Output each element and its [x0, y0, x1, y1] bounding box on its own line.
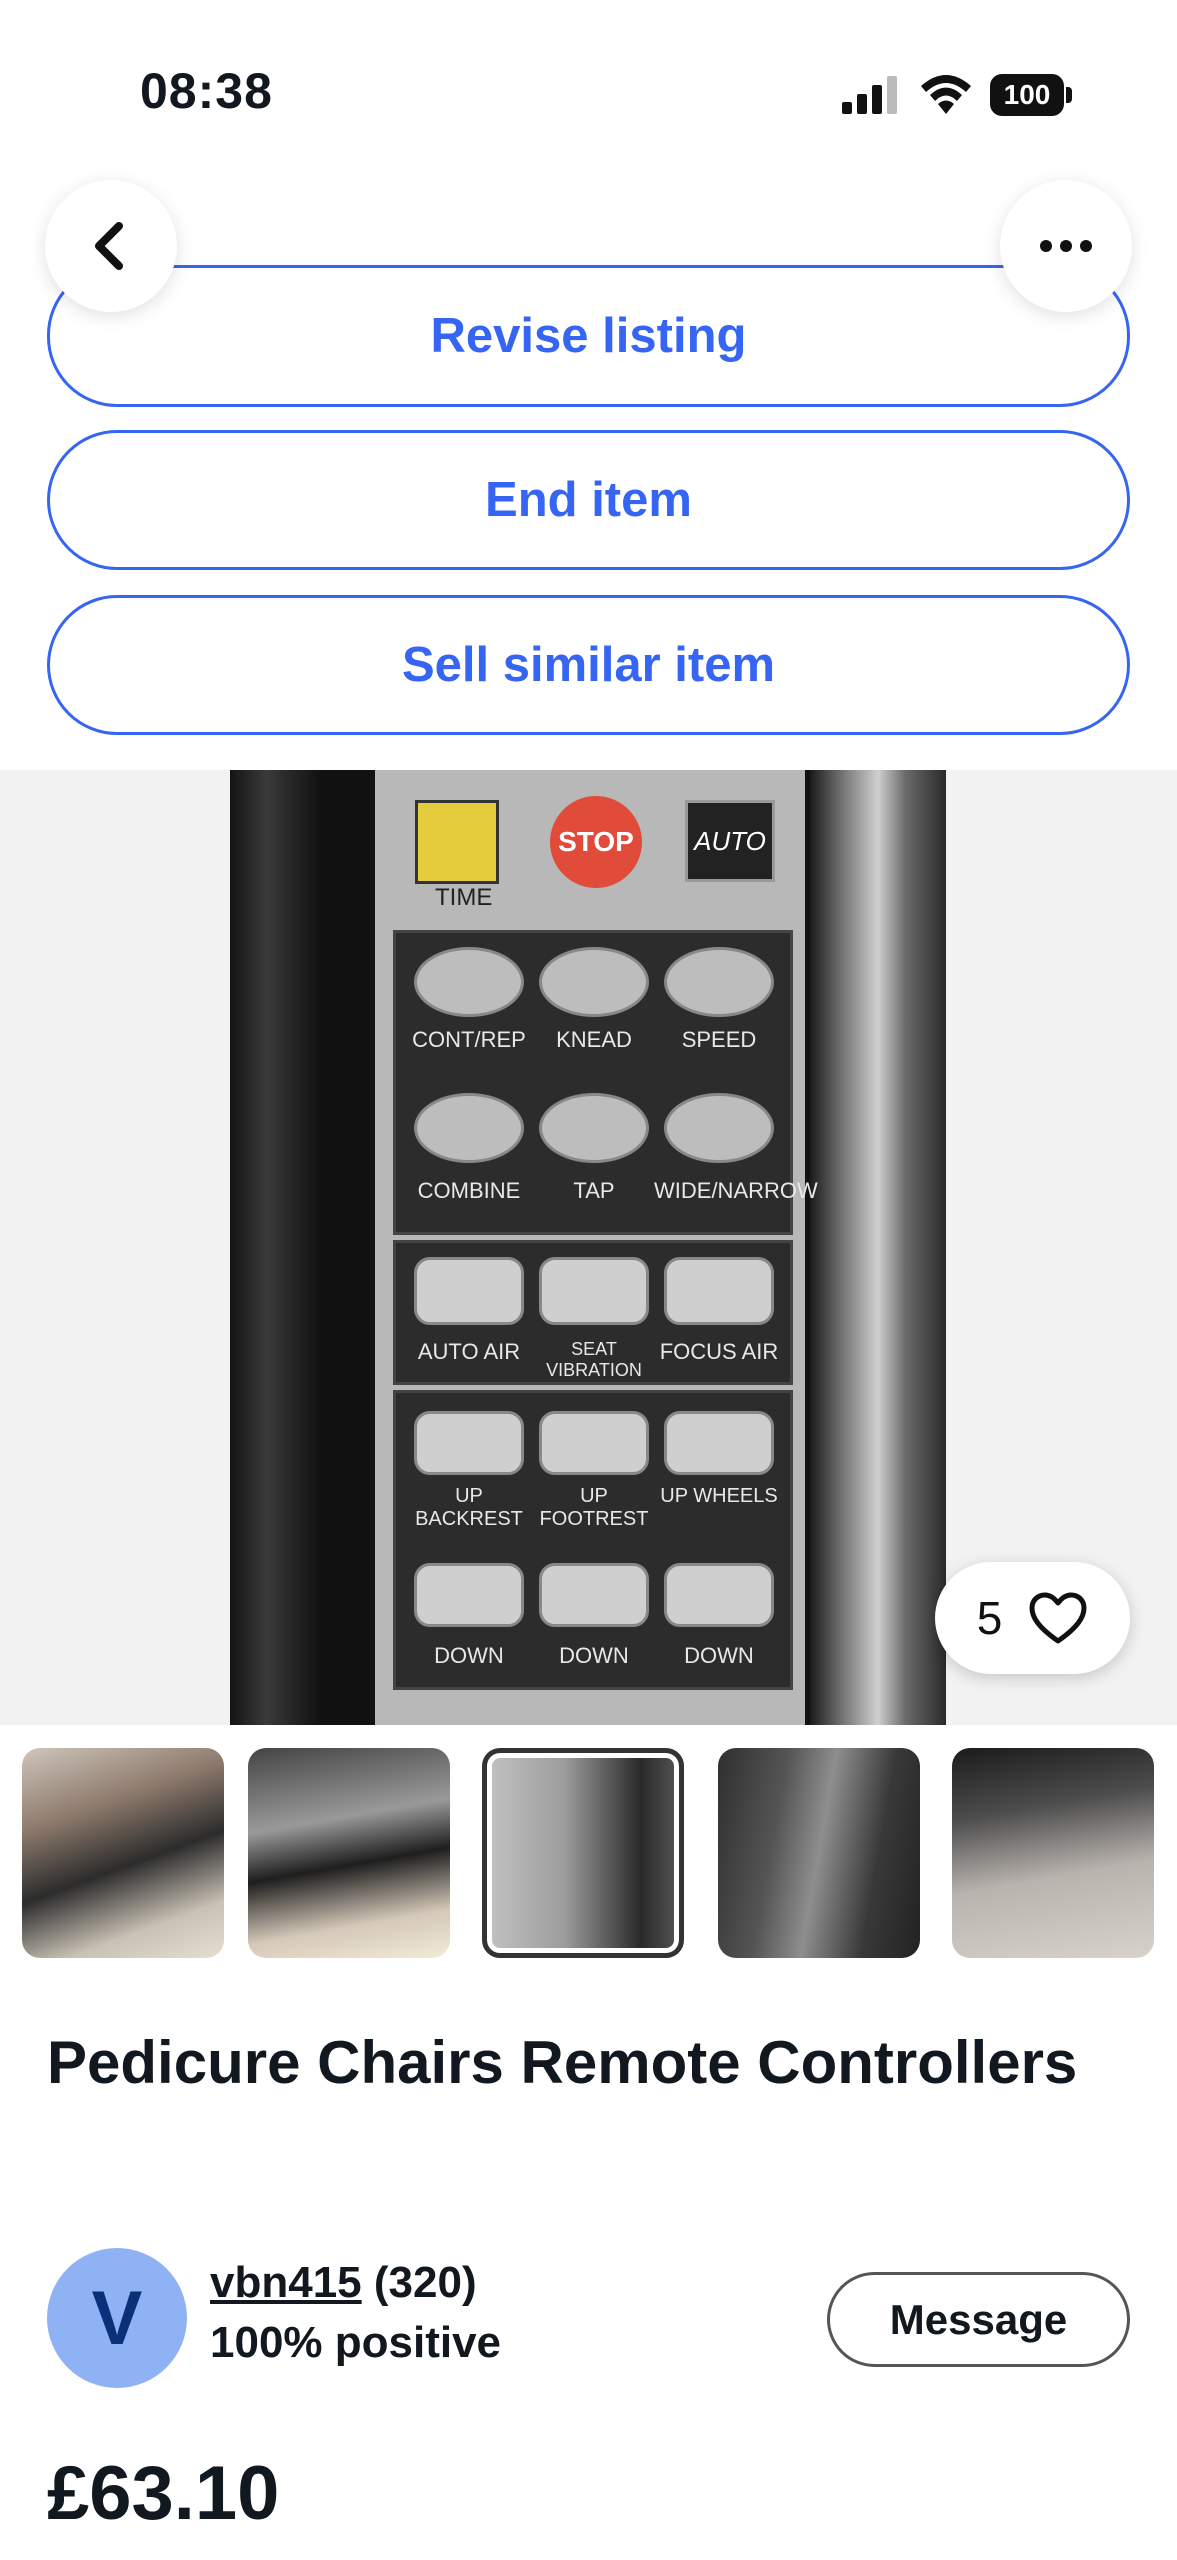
remote-panel: STOP AUTO TIME CONT/REP KNEAD SPEED COMB… [375, 770, 818, 1725]
seller-username-link[interactable]: vbn415 [210, 2258, 362, 2307]
key-label: UP BACKREST [415, 1485, 523, 1530]
cont-rep-key [414, 947, 524, 1017]
photo-background-left [230, 770, 320, 1725]
thumbnail-4[interactable] [718, 1748, 920, 1958]
battery-icon: 100 [990, 74, 1072, 116]
knead-key [539, 947, 649, 1017]
photo-background-right [810, 770, 946, 1725]
message-seller-button[interactable]: Message [827, 2272, 1130, 2367]
key-label: KNEAD [556, 1027, 632, 1052]
wheels-down-key [664, 1563, 774, 1627]
seat-vibration-key [539, 1257, 649, 1325]
key-label: DOWN [434, 1643, 504, 1668]
key-label: TAP [573, 1178, 615, 1203]
key-label: CONT/REP [412, 1027, 526, 1052]
wifi-icon [921, 75, 971, 114]
battery-tip [1066, 87, 1072, 103]
more-options-button[interactable] [1000, 180, 1132, 312]
wheels-up-key [664, 1411, 774, 1475]
heart-icon [1029, 1592, 1087, 1644]
key-label: DOWN [684, 1643, 754, 1668]
key-label: WIDE/NARROW [654, 1178, 818, 1203]
thumbnail-1[interactable] [22, 1748, 224, 1958]
thumbnail-2[interactable] [248, 1748, 450, 1958]
item-price: £63.10 [47, 2451, 280, 2536]
key-label: AUTO AIR [417, 1339, 521, 1364]
listing-title: Pedicure Chairs Remote Controllers [47, 2029, 1078, 2096]
auto-key: AUTO [685, 800, 775, 882]
key-label: DOWN [559, 1643, 629, 1668]
seller-info: vbn415 (320) [210, 2258, 477, 2308]
tap-key [539, 1093, 649, 1163]
status-bar: 08:38 100 [0, 0, 1177, 160]
auto-air-key [414, 1257, 524, 1325]
position-key-block: UP BACKREST UP FOOTREST UP WHEELS DOWN D… [393, 1390, 793, 1690]
favorite-count: 5 [976, 1592, 1003, 1644]
seller-avatar[interactable]: V [47, 2248, 187, 2388]
signal-icon [842, 76, 897, 114]
thumbnail-3-selected[interactable] [482, 1748, 684, 1958]
footrest-up-key [539, 1411, 649, 1475]
more-horizontal-icon [1040, 240, 1092, 252]
key-label: SPEED [681, 1027, 757, 1052]
back-button[interactable] [45, 180, 177, 312]
battery-level: 100 [990, 74, 1064, 116]
seller-positive-feedback: 100% positive [210, 2318, 502, 2367]
thumbnail-5[interactable] [952, 1748, 1154, 1958]
key-label: COMBINE [417, 1178, 521, 1203]
main-photo[interactable]: STOP AUTO TIME CONT/REP KNEAD SPEED COMB… [230, 770, 946, 1725]
remote-control: STOP AUTO TIME CONT/REP KNEAD SPEED COMB… [320, 770, 818, 1725]
combine-key [414, 1093, 524, 1163]
wide-narrow-key [664, 1093, 774, 1163]
listing-page: 08:38 100 Revise listing End item Sell s… [0, 0, 1177, 2560]
speed-key [664, 947, 774, 1017]
status-time: 08:38 [140, 63, 273, 119]
key-label: UP FOOTREST [539, 1485, 649, 1530]
time-key-label: TIME [435, 884, 493, 911]
footrest-down-key [539, 1563, 649, 1627]
backrest-up-key [414, 1411, 524, 1475]
revise-listing-button[interactable]: Revise listing [47, 265, 1130, 407]
remote-top-row: STOP AUTO [375, 790, 805, 888]
massage-key-block: CONT/REP KNEAD SPEED COMBINE TAP WIDE/NA… [393, 930, 818, 1235]
key-label: FOCUS AIR [659, 1339, 779, 1364]
chevron-left-icon [95, 222, 123, 270]
sell-similar-item-button[interactable]: Sell similar item [47, 595, 1130, 735]
air-key-block: AUTO AIR SEAT VIBRATION FOCUS AIR [393, 1240, 793, 1385]
key-label: SEAT VIBRATION [546, 1339, 642, 1380]
stop-key: STOP [550, 796, 642, 888]
seller-feedback-count: (320) [373, 2258, 477, 2307]
watch-favorite-button[interactable]: 5 [935, 1562, 1130, 1674]
backrest-down-key [414, 1563, 524, 1627]
key-label: UP WHEELS [660, 1485, 778, 1507]
thumbnail-strip[interactable] [22, 1748, 1177, 1958]
end-item-button[interactable]: End item [47, 430, 1130, 570]
clock-icon [415, 800, 499, 884]
focus-air-key [664, 1257, 774, 1325]
